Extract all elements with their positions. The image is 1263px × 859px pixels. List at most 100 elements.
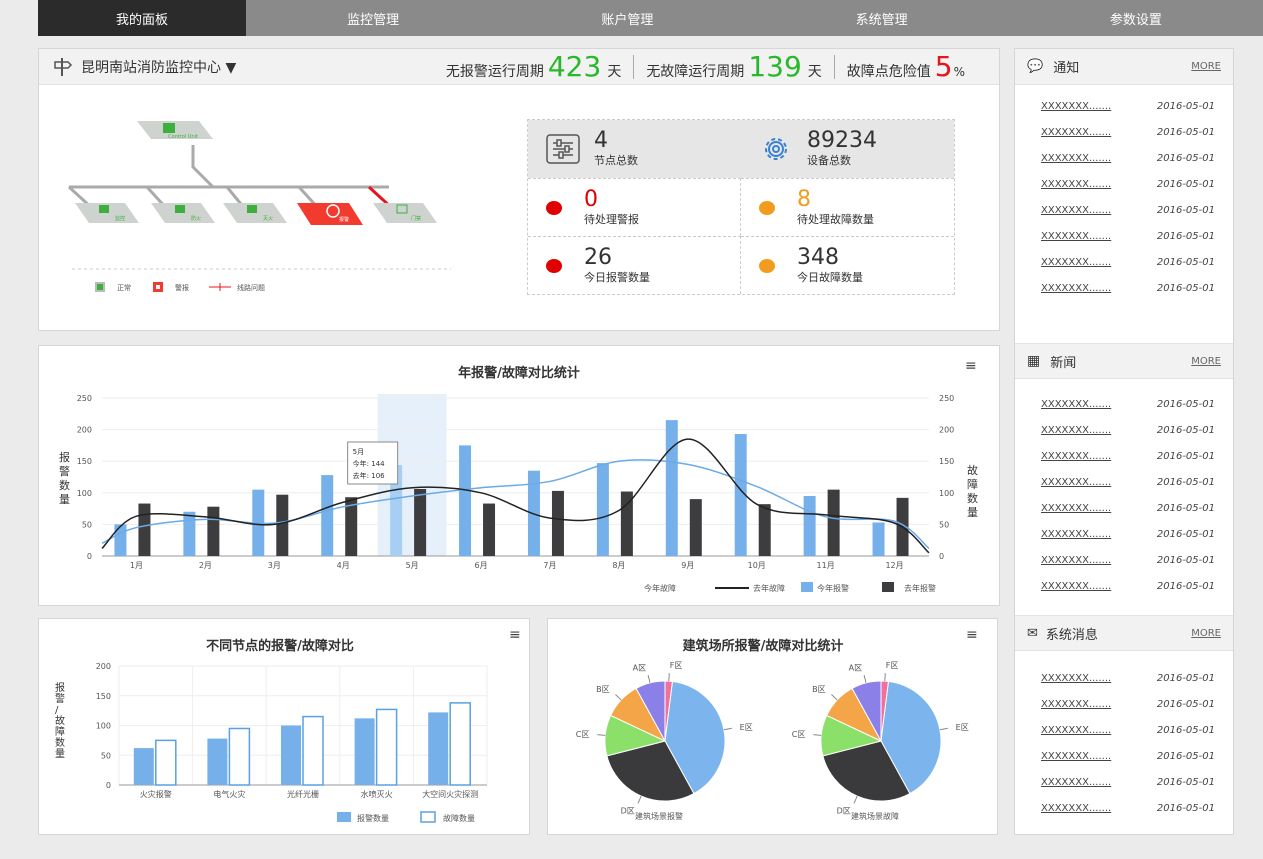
y-tick: 200 [96, 662, 111, 671]
item-title[interactable]: XXXXXXX....... [1041, 205, 1111, 216]
item-date: 2016-05-01 [1156, 502, 1215, 514]
legend-swatch [420, 811, 436, 823]
list-item[interactable]: XXXXXXX....... 2016-05-01 [1015, 469, 1233, 495]
item-title[interactable]: XXXXXXX....... [1041, 725, 1111, 736]
no-fault-label: 无故障运行周期 [646, 63, 745, 80]
topo-root-node[interactable]: Control Unit [137, 121, 213, 140]
bar-this-year-alarm [114, 524, 127, 556]
x-tick: 9月 [681, 561, 694, 570]
list-item[interactable]: XXXXXXX....... 2016-05-01 [1015, 249, 1233, 275]
list-item[interactable]: XXXXXXX....... 2016-05-01 [1015, 795, 1233, 821]
nav-params[interactable]: 参数设置 [1009, 0, 1263, 36]
item-title[interactable]: XXXXXXX....... [1041, 179, 1111, 190]
list-item[interactable]: XXXXXXX....... 2016-05-01 [1015, 145, 1233, 171]
msg-title: 系统消息 [1045, 627, 1098, 643]
list-item[interactable]: XXXXXXX....... 2016-05-01 [1015, 417, 1233, 443]
item-title[interactable]: XXXXXXX....... [1041, 503, 1111, 514]
notice-header: 💬 通知 MORE [1015, 49, 1233, 85]
item-date: 2016-05-01 [1156, 672, 1215, 684]
list-item[interactable]: XXXXXXX....... 2016-05-01 [1015, 665, 1233, 691]
x-tick: 12月 [885, 561, 903, 570]
today-alarm[interactable]: 26 今日报警数量 [528, 236, 741, 294]
list-item[interactable]: XXXXXXX....... 2016-05-01 [1015, 171, 1233, 197]
item-title[interactable]: XXXXXXX....... [1041, 231, 1111, 242]
list-item[interactable]: XXXXXXX....... 2016-05-01 [1015, 223, 1233, 249]
pending-fault[interactable]: 8 待处理故障数量 [741, 178, 954, 236]
y-tick: 150 [96, 692, 111, 701]
item-title[interactable]: XXXXXXX....... [1041, 127, 1111, 138]
y-axis-label-right: 故 [967, 463, 978, 477]
item-title[interactable]: XXXXXXX....... [1041, 777, 1111, 788]
list-item[interactable]: XXXXXXX....... 2016-05-01 [1015, 93, 1233, 119]
nav-system[interactable]: 系统管理 [755, 0, 1009, 36]
today-fault-value: 348 [797, 244, 839, 270]
svg-text:防火: 防火 [191, 215, 201, 222]
list-item[interactable]: XXXXXXX....... 2016-05-01 [1015, 547, 1233, 573]
bar-alarm [281, 725, 301, 785]
x-tick: 11月 [817, 561, 835, 570]
item-title[interactable]: XXXXXXX....... [1041, 451, 1111, 462]
item-title[interactable]: XXXXXXX....... [1041, 555, 1111, 566]
item-title[interactable]: XXXXXXX....... [1041, 581, 1111, 592]
topo-node-3[interactable]: 灭火 [223, 203, 287, 223]
item-title[interactable]: XXXXXXX....... [1041, 425, 1111, 436]
item-title[interactable]: XXXXXXX....... [1041, 153, 1111, 164]
item-title[interactable]: XXXXXXX....... [1041, 699, 1111, 710]
topo-node-2[interactable]: 防火 [151, 203, 215, 223]
msg-more-link[interactable]: MORE [1191, 628, 1221, 639]
topo-node-5[interactable]: 门禁 [373, 203, 437, 223]
list-item[interactable]: XXXXXXX....... 2016-05-01 [1015, 495, 1233, 521]
news-more-link[interactable]: MORE [1191, 356, 1221, 367]
list-item[interactable]: XXXXXXX....... 2016-05-01 [1015, 769, 1233, 795]
topo-node-alarm[interactable]: 报警 [297, 203, 363, 225]
list-item[interactable]: XXXXXXX....... 2016-05-01 [1015, 443, 1233, 469]
list-item[interactable]: XXXXXXX....... 2016-05-01 [1015, 743, 1233, 769]
y-axis-label-left: 警 [59, 464, 70, 478]
item-title[interactable]: XXXXXXX....... [1041, 283, 1111, 294]
list-item[interactable]: XXXXXXX....... 2016-05-01 [1015, 119, 1233, 145]
item-title[interactable]: XXXXXXX....... [1041, 477, 1111, 488]
today-fault[interactable]: 348 今日故障数量 [741, 236, 954, 294]
node-chart: 050100150200火灾报警 电气火灾 光纤光栅 水喷灭火 大空间火灾探测报警/故障… [55, 662, 488, 823]
x-tick: 3月 [268, 561, 281, 570]
item-title[interactable]: XXXXXXX....... [1041, 101, 1111, 112]
item-title[interactable]: XXXXXXX....... [1041, 803, 1111, 814]
list-item[interactable]: XXXXXXX....... 2016-05-01 [1015, 691, 1233, 717]
notice-more-link[interactable]: MORE [1191, 61, 1221, 72]
item-title[interactable]: XXXXXXX....... [1041, 257, 1111, 268]
x-tick: 7月 [543, 561, 556, 570]
legend-label: 今年故障 [644, 583, 676, 593]
item-date: 2016-05-01 [1156, 528, 1215, 540]
node-chart-panel: 不同节点的报警/故障对比 ≡ 0 50 100 150 200 火灾报警 电气火灾 光纤光栅水… [38, 618, 530, 835]
x-tick: 4月 [337, 561, 350, 570]
item-date: 2016-05-01 [1156, 424, 1215, 436]
nav-account[interactable]: 账户管理 [500, 0, 754, 36]
item-title[interactable]: XXXXXXX....... [1041, 751, 1111, 762]
list-item[interactable]: XXXXXXX....... 2016-05-01 [1015, 717, 1233, 743]
list-item[interactable]: XXXXXXX....... 2016-05-01 [1015, 573, 1233, 599]
nav-dashboard[interactable]: 我的面板 [38, 0, 246, 36]
pie-leader [723, 727, 732, 731]
pie-label: B区 [596, 685, 610, 694]
topo-node-1[interactable]: 监控 [75, 203, 139, 223]
pending-alarm[interactable]: 0 待处理警报 [528, 178, 741, 236]
warn-dot-icon [759, 258, 775, 273]
y-axis-label: 数 [55, 736, 65, 749]
list-item[interactable]: XXXXXXX....... 2016-05-01 [1015, 275, 1233, 301]
bar-last-year-alarm [551, 490, 564, 556]
bar-fault [155, 739, 177, 786]
item-title[interactable]: XXXXXXX....... [1041, 399, 1111, 410]
notice-title: 通知 [1053, 61, 1080, 76]
item-title[interactable]: XXXXXXX....... [1041, 529, 1111, 540]
x-tick: 大空间火灾探测 [422, 789, 478, 799]
y-tick-right: 100 [939, 489, 954, 498]
y-tick-left: 100 [77, 489, 92, 498]
station-selector[interactable]: 昆明南站消防监控中心 ▼ [81, 57, 236, 77]
list-item[interactable]: XXXXXXX....... 2016-05-01 [1015, 197, 1233, 223]
list-item[interactable]: XXXXXXX....... 2016-05-01 [1015, 391, 1233, 417]
list-item[interactable]: XXXXXXX....... 2016-05-01 [1015, 521, 1233, 547]
item-title[interactable]: XXXXXXX....... [1041, 673, 1111, 684]
nav-monitor[interactable]: 监控管理 [246, 0, 500, 36]
item-date: 2016-05-01 [1156, 126, 1215, 138]
risk-label: 故障点危险值 [846, 63, 931, 80]
